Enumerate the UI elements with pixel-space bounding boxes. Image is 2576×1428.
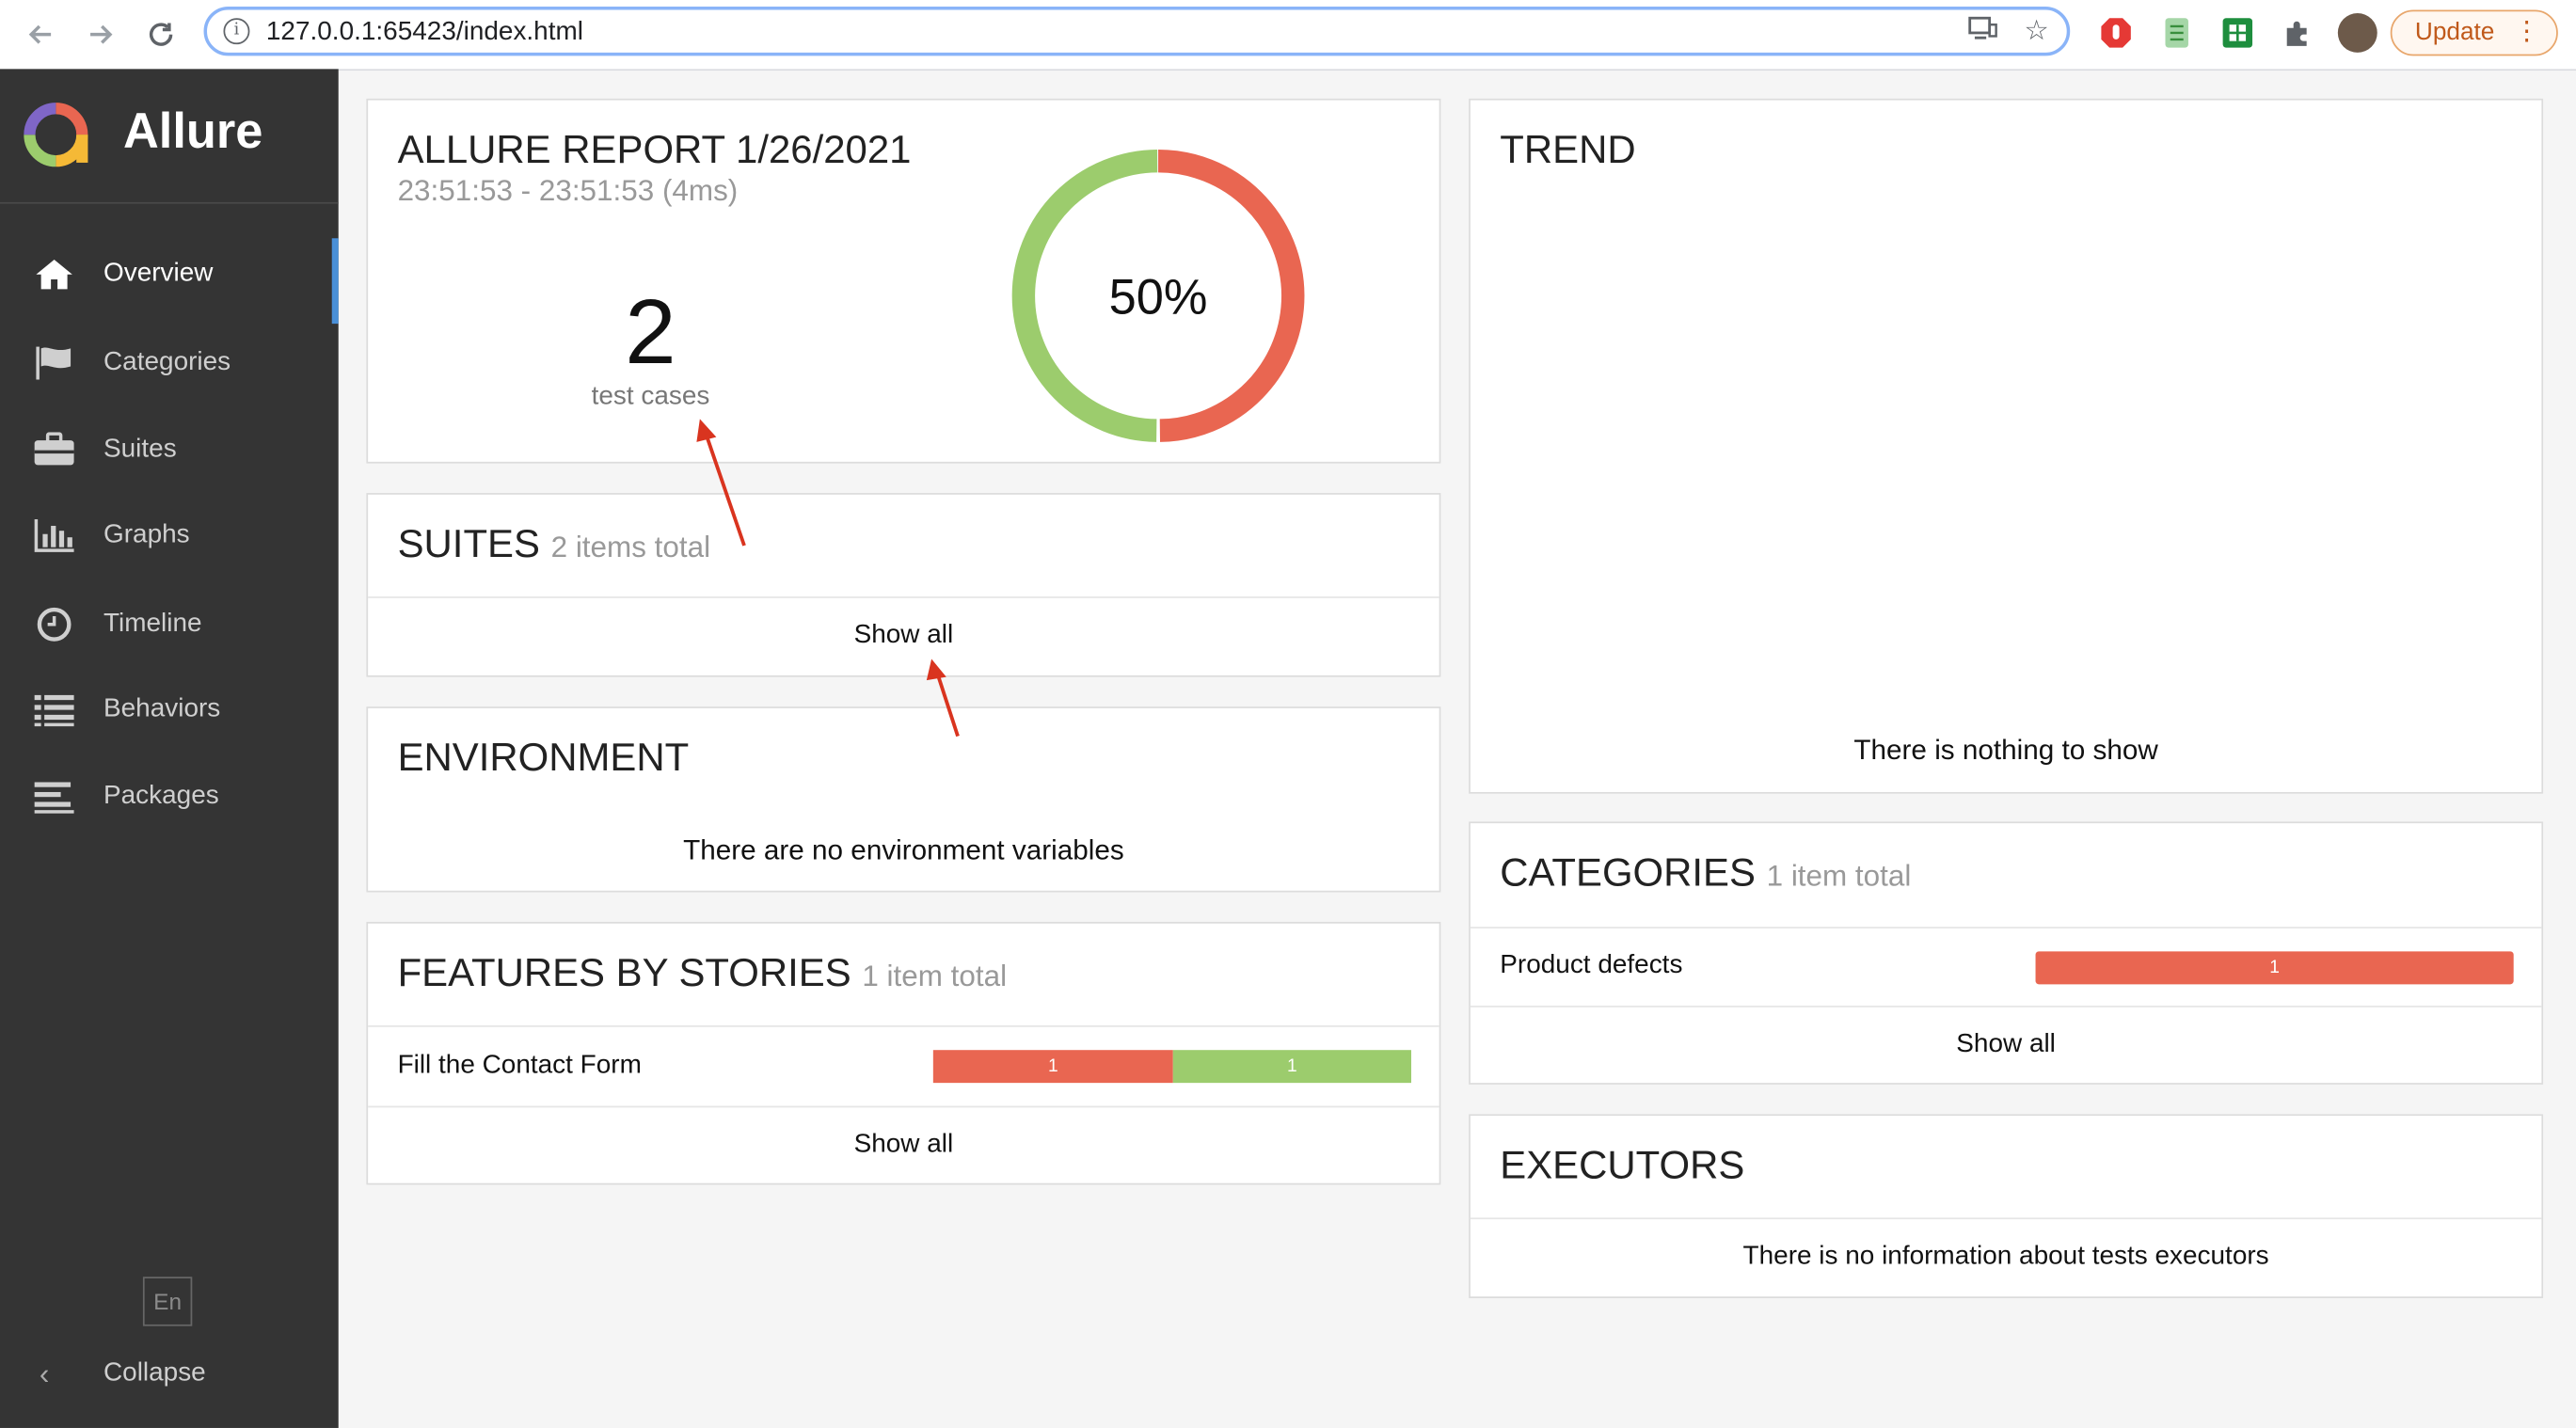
categories-title-text: CATEGORIES — [1500, 851, 1756, 896]
forward-button[interactable] — [79, 13, 121, 56]
language-selector[interactable]: En — [143, 1277, 192, 1325]
url-text[interactable]: 127.0.0.1:65423/index.html — [266, 18, 583, 47]
divider — [368, 1025, 1439, 1027]
sidebar-item-graphs[interactable]: Graphs — [0, 500, 339, 572]
pass-rate-percent: 50% — [1076, 271, 1241, 326]
product-defects-segment[interactable]: 1 — [2036, 951, 2514, 984]
sidebar-item-timeline[interactable]: Timeline — [0, 588, 339, 660]
suites-title: SUITES 2 items total — [398, 522, 710, 568]
suites-title-text: SUITES — [398, 522, 540, 566]
environment-empty-message: There are no environment variables — [368, 834, 1439, 867]
environment-title: ENVIRONMENT — [398, 737, 690, 783]
suites-show-all-link[interactable]: Show all — [368, 621, 1439, 650]
spreadsheet-extension-icon[interactable] — [2221, 16, 2254, 49]
report-time-range: 23:51:53 - 23:51:53 (4ms) — [398, 174, 739, 209]
test-case-count-label: test cases — [552, 383, 750, 412]
features-title: FEATURES BY STORIES 1 item total — [398, 951, 1007, 997]
environment-widget: ENVIRONMENT There are no environment var… — [366, 706, 1440, 892]
features-by-stories-widget: FEATURES BY STORIES 1 item total Fill th… — [366, 922, 1440, 1184]
adblock-extension-icon[interactable] — [2100, 16, 2133, 49]
failed-segment[interactable]: 1 — [933, 1050, 1173, 1083]
categories-widget: CATEGORIES 1 item total Product defects … — [1469, 821, 2543, 1084]
executors-empty-message: There is no information about tests exec… — [1471, 1243, 2542, 1272]
divider — [1471, 1217, 2542, 1219]
more-vert-icon: ⋮ — [2514, 11, 2540, 54]
executors-widget: EXECUTORS There is no information about … — [1469, 1114, 2543, 1298]
sidebar-item-label: Suites — [103, 436, 177, 465]
brand[interactable]: Allure — [0, 69, 339, 203]
divider — [368, 1106, 1439, 1108]
executors-title: EXECUTORS — [1500, 1144, 1744, 1190]
features-show-all-link[interactable]: Show all — [368, 1131, 1439, 1160]
update-label: Update — [2415, 18, 2494, 46]
trend-widget: TREND There is nothing to show — [1469, 99, 2543, 794]
feature-row-label[interactable]: Fill the Contact Form — [398, 1052, 642, 1081]
annotation-arrow-icon — [920, 654, 969, 739]
categories-title: CATEGORIES 1 item total — [1500, 851, 1911, 897]
bar-chart-icon — [33, 516, 75, 555]
divider — [368, 596, 1439, 598]
cast-icon[interactable] — [1968, 15, 1997, 50]
divider — [1471, 1006, 2542, 1008]
home-icon — [33, 255, 75, 294]
brand-name: Allure — [123, 105, 262, 161]
flag-icon — [33, 343, 75, 383]
sidebar-item-label: Overview — [103, 260, 213, 289]
sidebar-item-suites[interactable]: Suites — [0, 414, 339, 486]
category-row-label[interactable]: Product defects — [1500, 951, 1682, 980]
reload-button[interactable] — [139, 13, 182, 56]
summary-widget: ALLURE REPORT 1/26/2021 23:51:53 - 23:51… — [366, 99, 1440, 464]
sheets-extension-icon[interactable] — [2162, 16, 2195, 49]
feature-status-bar[interactable]: 1 1 — [933, 1050, 1411, 1083]
briefcase-icon — [33, 431, 75, 470]
trend-title: TREND — [1500, 128, 1635, 174]
divider — [1471, 927, 2542, 928]
arrow-left-icon — [26, 20, 56, 49]
sidebar: Allure Overview Categories Suites Graphs — [0, 69, 339, 1428]
arrow-right-icon — [86, 20, 115, 49]
align-left-icon — [33, 777, 75, 817]
star-icon[interactable]: ☆ — [2024, 15, 2049, 48]
browser-toolbar: i 127.0.0.1:65423/index.html ☆ Update ⋮ — [0, 0, 2576, 71]
list-icon — [33, 690, 75, 730]
chevron-left-icon: ‹ — [40, 1357, 49, 1392]
features-count: 1 item total — [862, 960, 1007, 992]
profile-avatar[interactable] — [2338, 13, 2377, 53]
puzzle-extensions-icon[interactable] — [2282, 16, 2314, 49]
sidebar-item-overview[interactable]: Overview — [0, 238, 339, 310]
annotation-arrow-icon — [690, 414, 755, 553]
trend-empty-message: There is nothing to show — [1471, 735, 2542, 768]
site-info-icon[interactable]: i — [223, 18, 249, 44]
suites-count: 2 items total — [551, 531, 710, 563]
sidebar-item-label: Behaviors — [103, 695, 220, 724]
report-title: ALLURE REPORT 1/26/2021 — [398, 128, 912, 174]
reload-icon — [146, 20, 175, 49]
suites-widget: SUITES 2 items total Show all — [366, 493, 1440, 677]
category-status-bar[interactable]: 1 — [2036, 951, 2514, 984]
browser-update-button[interactable]: Update ⋮ — [2391, 9, 2558, 56]
collapse-button[interactable]: ‹ Collapse — [0, 1351, 339, 1400]
categories-show-all-link[interactable]: Show all — [1471, 1030, 2542, 1059]
allure-logo-icon — [23, 102, 88, 167]
test-case-count: 2 — [568, 278, 733, 385]
sidebar-item-behaviors[interactable]: Behaviors — [0, 674, 339, 746]
clock-icon — [33, 605, 75, 644]
sidebar-item-categories[interactable]: Categories — [0, 327, 339, 400]
categories-count: 1 item total — [1767, 860, 1912, 893]
sidebar-item-label: Graphs — [103, 521, 190, 550]
address-bar[interactable]: i 127.0.0.1:65423/index.html ☆ — [204, 7, 2071, 56]
back-button[interactable] — [20, 13, 62, 56]
collapse-label: Collapse — [103, 1359, 206, 1388]
sidebar-item-label: Categories — [103, 348, 231, 377]
features-title-text: FEATURES BY STORIES — [398, 951, 851, 995]
sidebar-item-packages[interactable]: Packages — [0, 761, 339, 833]
sidebar-item-label: Packages — [103, 782, 219, 811]
passed-segment[interactable]: 1 — [1173, 1050, 1411, 1083]
sidebar-item-label: Timeline — [103, 610, 202, 639]
